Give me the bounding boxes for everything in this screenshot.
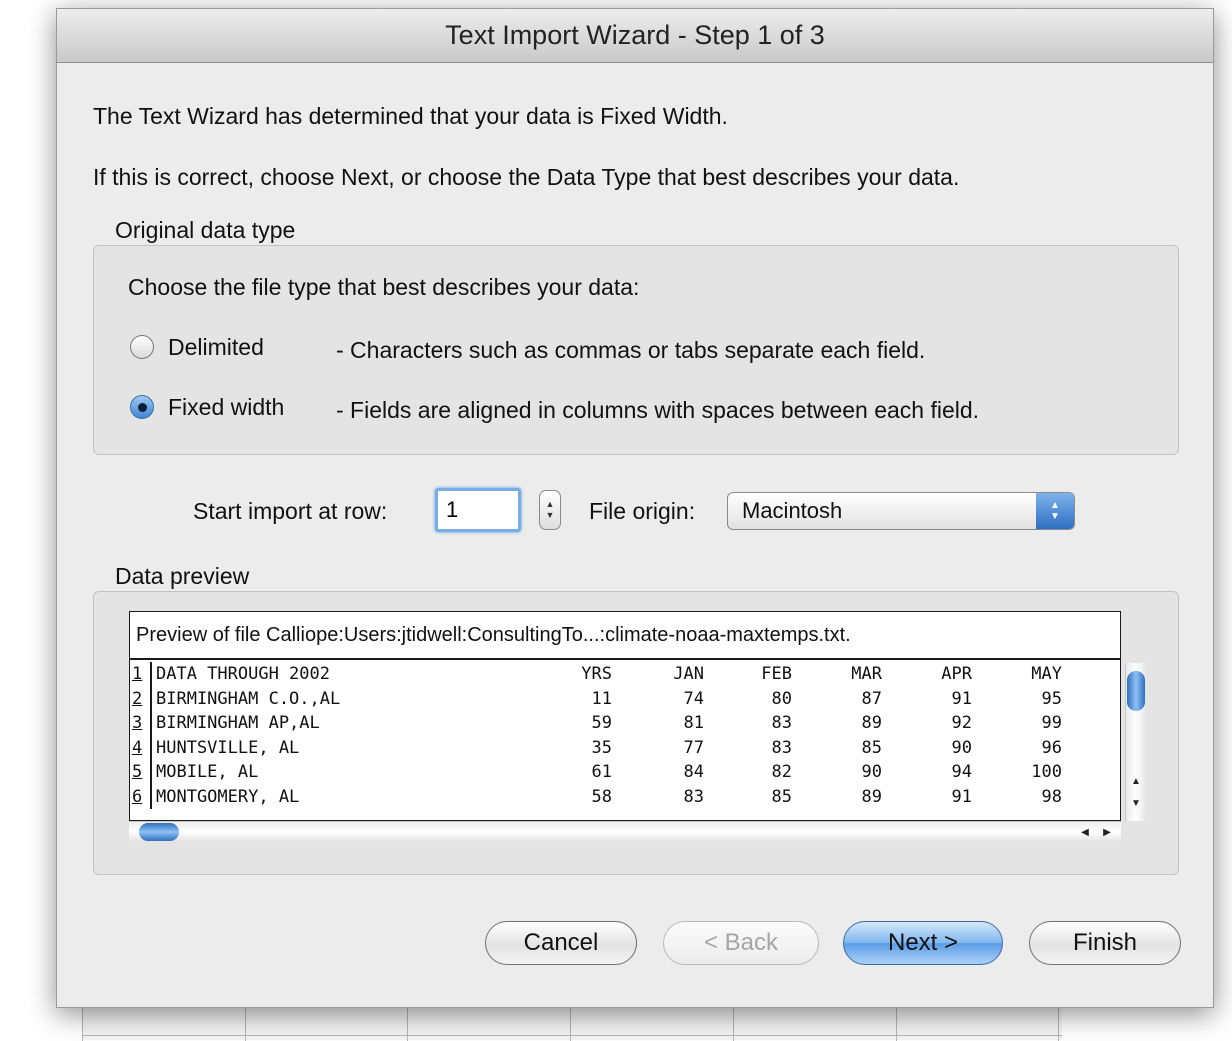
row-value-cell: 89: [861, 786, 882, 807]
row-station-name: BIRMINGHAM C.O.,AL: [156, 688, 341, 709]
row-value-cell: 82: [771, 762, 792, 782]
row-value-cell: JAN: [673, 664, 704, 684]
scroll-down-arrow-icon[interactable]: ▼: [1126, 793, 1146, 813]
row-value-cell: 11: [591, 688, 612, 709]
radio-fixed-width[interactable]: Fixed width - Fields are aligned in colu…: [130, 392, 979, 423]
row-value-cell: 91: [951, 786, 972, 807]
data-preview-label: Data preview: [115, 563, 250, 589]
row-value-cell: 100: [1031, 762, 1062, 782]
row-value-cell: 90: [951, 737, 972, 758]
radio-delimited[interactable]: Delimited - Characters such as commas or…: [130, 332, 925, 363]
start-row-label: Start import at row:: [193, 498, 388, 524]
row-value-cell: 83: [683, 786, 704, 807]
row-value-cell: 61: [591, 762, 612, 782]
row-value-cell: 74: [683, 688, 704, 709]
select-arrows-icon[interactable]: ▲ ▼: [1036, 493, 1074, 529]
row-value-cell: 59: [591, 713, 612, 733]
preview-horizontal-scrollbar[interactable]: ◀ ▶: [129, 821, 1121, 841]
file-type-prompt: Choose the file type that best describes…: [128, 274, 640, 300]
row-value-cell: 80: [771, 688, 792, 709]
cancel-button[interactable]: Cancel: [485, 921, 637, 965]
row-value-cell: 58: [591, 786, 612, 807]
horizontal-scroll-thumb[interactable]: [139, 823, 179, 841]
row-value-cell: 83: [771, 713, 792, 733]
file-origin-label: File origin:: [589, 498, 696, 524]
row-value-cell: 83: [771, 737, 792, 758]
window-title: Text Import Wizard - Step 1 of 3: [445, 20, 825, 50]
preview-row: 3 BIRMINGHAM AP,AL 59 81 83 89 92 99: [130, 711, 1122, 736]
row-value-cell: 84: [683, 762, 704, 782]
row-value-cell: 91: [951, 688, 972, 709]
preview-row: 2 BIRMINGHAM C.O.,AL 11 74 80 87 91 95: [130, 686, 1122, 711]
row-number: 4: [132, 735, 152, 760]
row-station-name: MONTGOMERY, AL: [156, 786, 300, 807]
next-button[interactable]: Next >: [843, 921, 1003, 965]
row-value-cell: 89: [861, 713, 882, 733]
intro-line-2: If this is correct, choose Next, or choo…: [93, 164, 960, 190]
row-number: 3: [132, 711, 152, 736]
scroll-left-arrow-icon[interactable]: ◀: [1075, 822, 1095, 842]
intro-line-1: The Text Wizard has determined that your…: [93, 103, 728, 129]
grid-line: [82, 1035, 1062, 1036]
row-value-cell: MAY: [1031, 664, 1062, 684]
row-value-cell: 95: [1041, 688, 1062, 709]
data-preview-frame: Preview of file Calliope:Users:jtidwell:…: [129, 611, 1121, 821]
radio-delimited-label[interactable]: Delimited: [168, 334, 264, 361]
preview-rows: 1 DATA THROUGH 2002 YRS JAN FEB MAR APR MAY 2 BIR…: [130, 662, 1122, 809]
row-value-cell: 96: [1041, 737, 1062, 758]
back-button[interactable]: < Back: [663, 921, 819, 965]
row-value-cell: 85: [861, 737, 882, 758]
row-value-cell: 81: [683, 713, 704, 733]
start-row-input[interactable]: [435, 488, 521, 532]
preview-row: 4 HUNTSVILLE, AL 35 77 83 85 90 96: [130, 735, 1122, 760]
start-row-stepper[interactable]: ▲ ▼: [539, 490, 561, 530]
row-value-cell: 90: [861, 762, 882, 782]
row-station-name: MOBILE, AL: [156, 762, 259, 782]
row-value-cell: YRS: [581, 664, 612, 684]
row-number: 5: [132, 760, 152, 785]
radio-dot: [137, 402, 147, 412]
radio-fixed-width-description: - Fields are aligned in columns with spa…: [336, 397, 980, 423]
row-station-name: DATA THROUGH 2002: [156, 664, 330, 684]
file-origin-value: Macintosh: [742, 498, 843, 523]
stepper-down-icon[interactable]: ▼: [546, 510, 555, 521]
row-value-cell: 77: [683, 737, 704, 758]
row-value-cell: 92: [951, 713, 972, 733]
finish-button[interactable]: Finish: [1029, 921, 1181, 965]
original-data-type-group: Choose the file type that best describes…: [93, 245, 1179, 455]
row-value-cell: 94: [951, 762, 972, 782]
text-import-wizard-dialog: Text Import Wizard - Step 1 of 3 The Tex…: [56, 8, 1214, 1008]
row-value-cell: 35: [591, 737, 612, 758]
row-value-cell: FEB: [761, 664, 792, 684]
row-value-cell: APR: [941, 664, 972, 684]
scroll-up-arrow-icon[interactable]: ▲: [1126, 771, 1146, 791]
file-origin-select[interactable]: Macintosh ▲ ▼: [727, 492, 1075, 530]
row-value-cell: 85: [771, 786, 792, 807]
stepper-up-icon[interactable]: ▲: [546, 499, 555, 510]
row-number: 2: [132, 686, 152, 711]
window-titlebar[interactable]: Text Import Wizard - Step 1 of 3: [57, 9, 1213, 63]
row-station-name: BIRMINGHAM AP,AL: [156, 713, 320, 733]
row-value-cell: MAR: [851, 664, 882, 684]
preview-row: 5 MOBILE, AL 61 84 82 90 94 100: [130, 760, 1122, 785]
row-number: 1: [132, 662, 152, 687]
row-number: 6: [132, 784, 152, 809]
original-data-type-label: Original data type: [115, 217, 296, 243]
row-value-cell: 99: [1041, 713, 1062, 733]
radio-fixed-width-label[interactable]: Fixed width: [168, 394, 284, 421]
row-value-cell: 87: [861, 688, 882, 709]
radio-checked-icon[interactable]: [130, 395, 154, 419]
vertical-scroll-thumb[interactable]: [1127, 671, 1145, 711]
radio-unchecked-icon[interactable]: [130, 335, 154, 359]
scroll-right-arrow-icon[interactable]: ▶: [1097, 822, 1117, 842]
row-station-name: HUNTSVILLE, AL: [156, 737, 300, 758]
preview-row: 6 MONTGOMERY, AL 58 83 85 89 91 98: [130, 784, 1122, 809]
radio-delimited-description: - Characters such as commas or tabs sepa…: [336, 337, 926, 363]
preview-row: 1 DATA THROUGH 2002 YRS JAN FEB MAR APR MAY: [130, 662, 1122, 687]
preview-file-header: Preview of file Calliope:Users:jtidwell:…: [130, 612, 1120, 660]
row-value-cell: 98: [1041, 786, 1062, 807]
preview-vertical-scrollbar[interactable]: ▲ ▼: [1125, 663, 1145, 821]
